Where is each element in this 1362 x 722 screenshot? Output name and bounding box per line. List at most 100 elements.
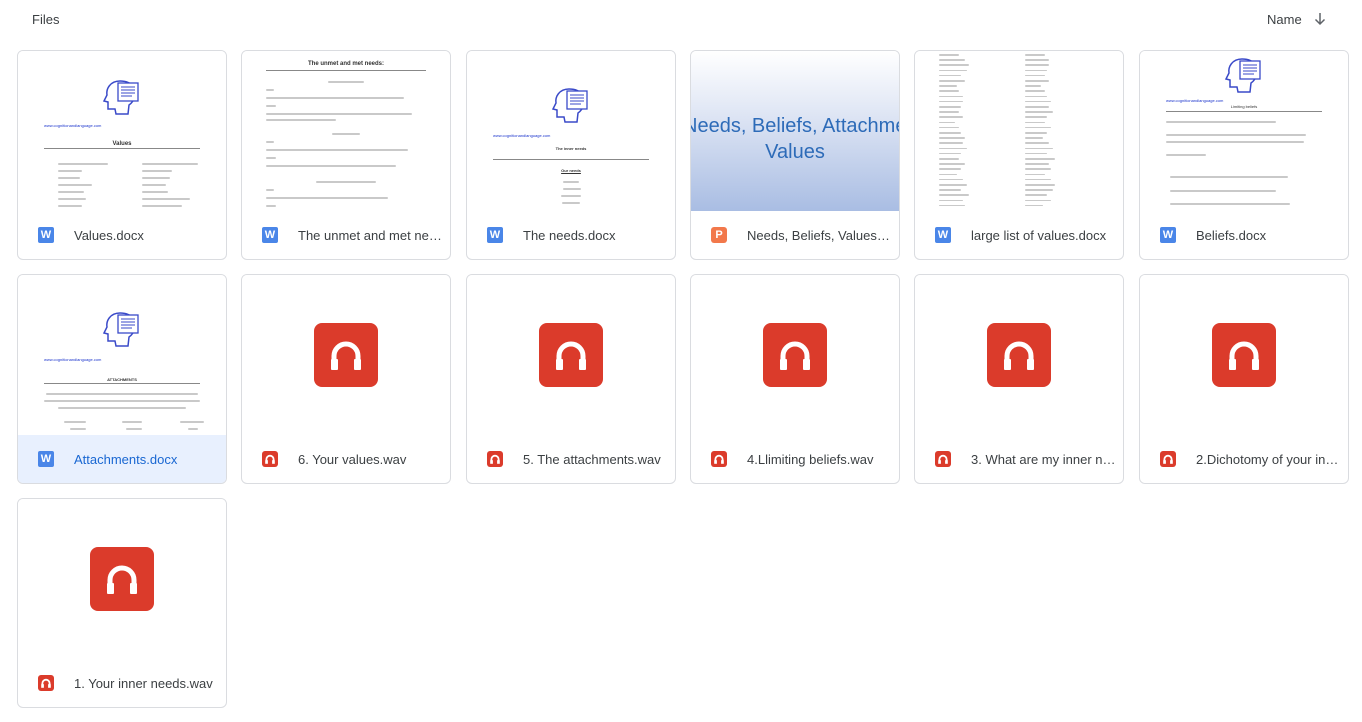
audio-icon bbox=[262, 451, 278, 467]
thumb-text-line bbox=[1025, 116, 1047, 118]
thumb-url: www.cognitionandlanguage.com bbox=[493, 133, 551, 138]
thumb-text-line bbox=[1025, 111, 1053, 113]
thumb-text-line bbox=[939, 189, 961, 191]
thumb-text-line bbox=[1025, 178, 1051, 181]
file-name: The unmet and met needs.docx bbox=[298, 228, 443, 243]
word-doc-icon: W bbox=[487, 227, 503, 243]
file-footer: 6. Your values.wav bbox=[242, 435, 450, 483]
file-card-unmet-needs-docx[interactable]: The unmet and met needs: W The unmet and… bbox=[241, 50, 451, 260]
thumbnail: www.cognitionandlanguage.com Values bbox=[18, 51, 226, 211]
thumb-text-line bbox=[939, 80, 965, 82]
audio-file-large-icon bbox=[763, 323, 827, 387]
file-footer: W Values.docx bbox=[18, 211, 226, 259]
audio-icon bbox=[935, 451, 951, 467]
file-name: 2.Dichotomy of your inner needs.wav bbox=[1196, 452, 1341, 467]
thumb-text-line bbox=[939, 69, 967, 72]
head-logo-icon bbox=[102, 312, 139, 347]
file-footer: 3. What are my inner needs.wav bbox=[915, 435, 1123, 483]
file-card-6-your-values-wav[interactable]: 6. Your values.wav bbox=[241, 274, 451, 484]
thumb-text-line bbox=[939, 59, 965, 61]
word-doc-icon: W bbox=[262, 227, 278, 243]
audio-icon bbox=[38, 675, 54, 691]
thumb-text-line bbox=[939, 204, 965, 207]
sort-by-name-button[interactable]: Name bbox=[1267, 11, 1328, 27]
thumb-text-line bbox=[1025, 59, 1049, 61]
file-card-the-needs-docx[interactable]: www.cognitionandlanguage.com The inner n… bbox=[466, 50, 676, 260]
file-card-3-what-are-my-inner-needs-wav[interactable]: 3. What are my inner needs.wav bbox=[914, 274, 1124, 484]
thumb-text-line bbox=[939, 132, 961, 134]
thumb-text-line bbox=[1025, 126, 1051, 129]
thumb-text-line bbox=[1025, 152, 1047, 155]
file-footer: W The unmet and met needs.docx bbox=[242, 211, 450, 259]
thumbnail: Needs, Beliefs, Attachments Values bbox=[691, 51, 899, 211]
file-name: The needs.docx bbox=[523, 228, 616, 243]
thumbnail bbox=[691, 275, 899, 435]
head-logo-icon bbox=[551, 88, 588, 123]
file-card-2-dichotomy-wav[interactable]: 2.Dichotomy of your inner needs.wav bbox=[1139, 274, 1349, 484]
thumb-text-line bbox=[939, 184, 967, 186]
file-footer: W large list of values.docx bbox=[915, 211, 1123, 259]
thumb-text-line bbox=[1025, 132, 1047, 134]
file-footer: P Needs, Beliefs, Values.pptx bbox=[691, 211, 899, 259]
thumb-text-line bbox=[1025, 147, 1053, 150]
thumb-text-line bbox=[939, 173, 957, 176]
thumbnail: www.cognitionandlanguage.com Limiting be… bbox=[1140, 51, 1348, 211]
file-card-large-list-of-values-docx[interactable]: W large list of values.docx bbox=[914, 50, 1124, 260]
thumb-text-line bbox=[1025, 64, 1049, 66]
thumb-text-line bbox=[939, 64, 969, 66]
slide-title: Needs, Beliefs, Attachments Values bbox=[691, 115, 899, 163]
thumb-text-line bbox=[1025, 137, 1043, 139]
thumb-text-line bbox=[939, 194, 969, 196]
thumb-text-line bbox=[1025, 142, 1049, 144]
thumb-text-line bbox=[939, 90, 959, 92]
thumb-text-line bbox=[1025, 100, 1051, 103]
thumb-url: www.cognitionandlanguage.com bbox=[44, 357, 102, 362]
file-name: Needs, Beliefs, Values.pptx bbox=[747, 228, 892, 243]
audio-file-large-icon bbox=[314, 323, 378, 387]
thumb-text-line bbox=[939, 95, 963, 98]
file-card-needs-beliefs-values-pptx[interactable]: Needs, Beliefs, Attachments Values P Nee… bbox=[690, 50, 900, 260]
thumbnail bbox=[915, 51, 1123, 211]
thumb-text-line bbox=[939, 121, 955, 124]
file-card-5-the-attachments-wav[interactable]: 5. The attachments.wav bbox=[466, 274, 676, 484]
thumb-text-line bbox=[1025, 199, 1051, 202]
thumbnail bbox=[915, 275, 1123, 435]
thumbnail: www.cognitionandlanguage.com ATTACHMENTS bbox=[18, 275, 226, 435]
thumb-text-line bbox=[1025, 204, 1043, 207]
thumb-text-line bbox=[939, 152, 961, 155]
audio-file-large-icon bbox=[1212, 323, 1276, 387]
thumb-text-line bbox=[939, 178, 963, 181]
thumb-subheading: Our needs bbox=[561, 168, 581, 173]
audio-icon bbox=[487, 451, 503, 467]
file-footer: 4.Llimiting beliefs.wav bbox=[691, 435, 899, 483]
file-card-beliefs-docx[interactable]: www.cognitionandlanguage.com Limiting be… bbox=[1139, 50, 1349, 260]
thumb-text-line bbox=[939, 142, 963, 144]
file-footer: W The needs.docx bbox=[467, 211, 675, 259]
head-logo-icon bbox=[102, 80, 139, 115]
file-card-4-limiting-beliefs-wav[interactable]: 4.Llimiting beliefs.wav bbox=[690, 274, 900, 484]
thumbnail: www.cognitionandlanguage.com The inner n… bbox=[467, 51, 675, 211]
thumb-url: www.cognitionandlanguage.com bbox=[1166, 98, 1224, 103]
file-footer: 1. Your inner needs.wav bbox=[18, 659, 226, 707]
file-card-1-your-inner-needs-wav[interactable]: 1. Your inner needs.wav bbox=[17, 498, 227, 708]
thumb-text-line bbox=[1025, 163, 1049, 165]
thumb-text-line bbox=[939, 116, 963, 118]
thumb-text-line bbox=[939, 168, 961, 170]
word-doc-icon: W bbox=[38, 451, 54, 467]
file-footer: W Beliefs.docx bbox=[1140, 211, 1348, 259]
word-doc-icon: W bbox=[38, 227, 54, 243]
word-doc-icon: W bbox=[935, 227, 951, 243]
thumb-text-line bbox=[939, 100, 963, 103]
thumb-text-line bbox=[939, 85, 957, 87]
thumb-text-line bbox=[939, 137, 965, 139]
file-card-attachments-docx[interactable]: www.cognitionandlanguage.com ATTACHMENTS… bbox=[17, 274, 227, 484]
thumbnail bbox=[18, 499, 226, 659]
file-card-values-docx[interactable]: www.cognitionandlanguage.com Values W Va… bbox=[17, 50, 227, 260]
file-name: large list of values.docx bbox=[971, 228, 1107, 243]
thumb-text-line bbox=[1025, 90, 1045, 92]
thumbnail bbox=[242, 275, 450, 435]
thumb-text-line bbox=[939, 126, 959, 129]
thumb-text-line bbox=[1025, 80, 1049, 82]
file-footer: W Attachments.docx bbox=[18, 435, 226, 483]
file-name: 5. The attachments.wav bbox=[523, 452, 661, 467]
